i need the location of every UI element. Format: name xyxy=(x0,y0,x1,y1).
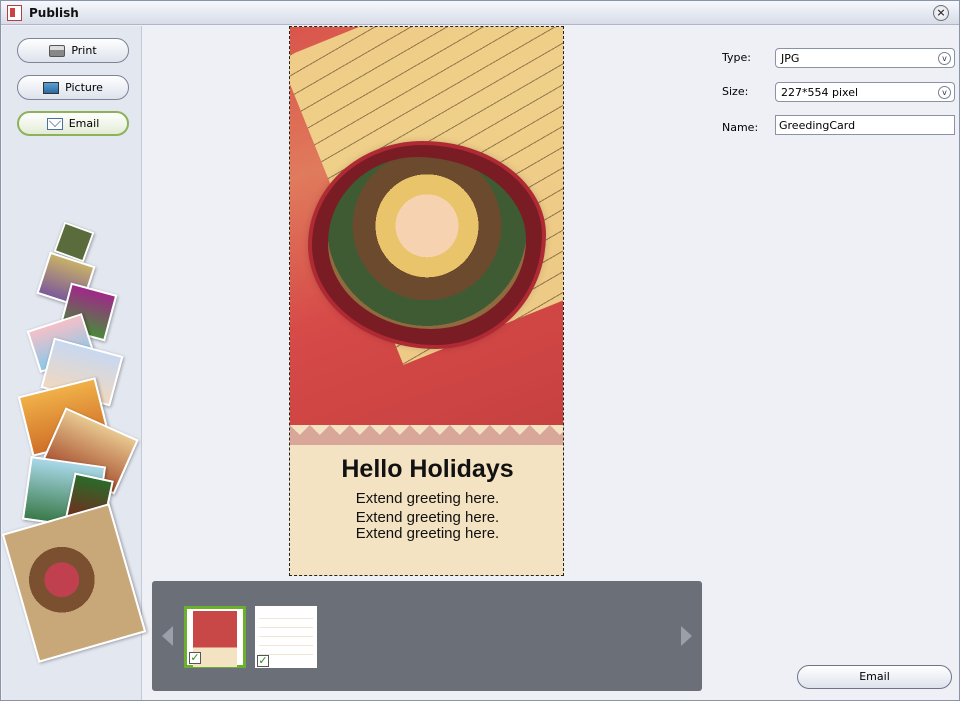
chevron-down-icon[interactable]: v xyxy=(938,86,951,99)
picture-icon xyxy=(43,81,60,94)
card-heading: Hello Holidays xyxy=(341,455,514,483)
page-thumbnail-1[interactable]: ✓ xyxy=(184,606,246,668)
email-button[interactable]: Email xyxy=(797,665,952,689)
sidebar: Print Picture Email xyxy=(1,26,147,700)
picture-label: Picture xyxy=(65,81,103,94)
template-card-stack xyxy=(1,216,147,696)
thumbnail-checkbox[interactable]: ✓ xyxy=(189,652,201,664)
card-greeting-line: Extend greeting here. xyxy=(355,525,500,542)
app-icon xyxy=(7,5,22,21)
size-value: 227*554 pixel xyxy=(781,86,859,99)
type-label: Type: xyxy=(722,51,751,64)
size-select[interactable]: 227*554 pixel v xyxy=(775,82,955,102)
type-value: JPG xyxy=(781,52,800,65)
print-label: Print xyxy=(71,44,97,57)
scroll-right-arrow-icon[interactable] xyxy=(681,626,692,646)
print-button[interactable]: Print xyxy=(17,38,129,63)
name-input[interactable] xyxy=(775,115,955,135)
thumbnail-strip: ✓ ✓ xyxy=(152,581,702,691)
card-greeting-line: Extend greeting here. xyxy=(355,509,500,526)
card-artwork xyxy=(290,27,563,437)
email-tab-label: Email xyxy=(68,117,100,130)
name-label: Name: xyxy=(722,121,759,134)
chevron-down-icon[interactable]: v xyxy=(938,52,951,65)
type-select[interactable]: JPG v xyxy=(775,48,955,68)
template-card xyxy=(1,503,147,663)
picture-button[interactable]: Picture xyxy=(17,75,129,100)
window-title: Publish xyxy=(29,6,79,20)
card-photo xyxy=(328,157,526,329)
card-greeting-line: Extend greeting here. xyxy=(355,490,500,507)
title-bar: Publish × xyxy=(1,1,959,25)
page-thumbnail-2[interactable]: ✓ xyxy=(255,606,317,668)
publish-window: Publish × Print Picture Email Hello Holi… xyxy=(0,0,960,701)
scroll-left-arrow-icon[interactable] xyxy=(162,626,173,646)
close-button[interactable]: × xyxy=(933,5,949,21)
thumbnail-checkbox[interactable]: ✓ xyxy=(257,655,269,667)
email-tab-button[interactable]: Email xyxy=(17,111,129,136)
size-label: Size: xyxy=(722,85,749,98)
zigzag-border xyxy=(290,425,563,445)
envelope-icon xyxy=(46,117,63,130)
card-preview: Hello Holidays Extend greeting here. Ext… xyxy=(289,26,564,576)
printer-icon xyxy=(49,44,66,57)
